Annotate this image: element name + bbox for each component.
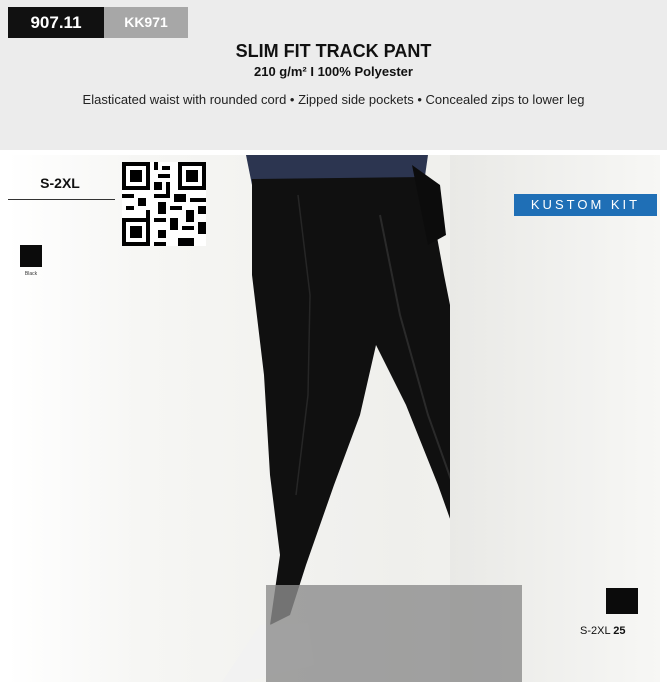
packaging-quantity: 25 [613, 625, 626, 637]
product-code: 907.11 [8, 7, 104, 38]
qr-code-icon [122, 162, 206, 246]
divider [8, 199, 115, 200]
product-spec: 210 g/m² I 100% Polyester [254, 64, 413, 79]
product-title: SLIM FIT TRACK PANT [235, 41, 432, 61]
product-ref: KK971 [104, 7, 188, 38]
color-swatch-label: Black [24, 271, 38, 277]
size-range-label: S-2XL [40, 175, 80, 191]
packaging-info: S-2XL 25 [580, 625, 667, 637]
product-features: Elasticated waist with rounded cord • Zi… [82, 92, 585, 107]
brand-logo: KUSTOM KIT [514, 194, 657, 216]
packaging-size: S-2XL [580, 625, 611, 637]
overlay-box [266, 585, 522, 682]
box-icon [606, 588, 638, 614]
color-swatch-black [20, 245, 42, 267]
